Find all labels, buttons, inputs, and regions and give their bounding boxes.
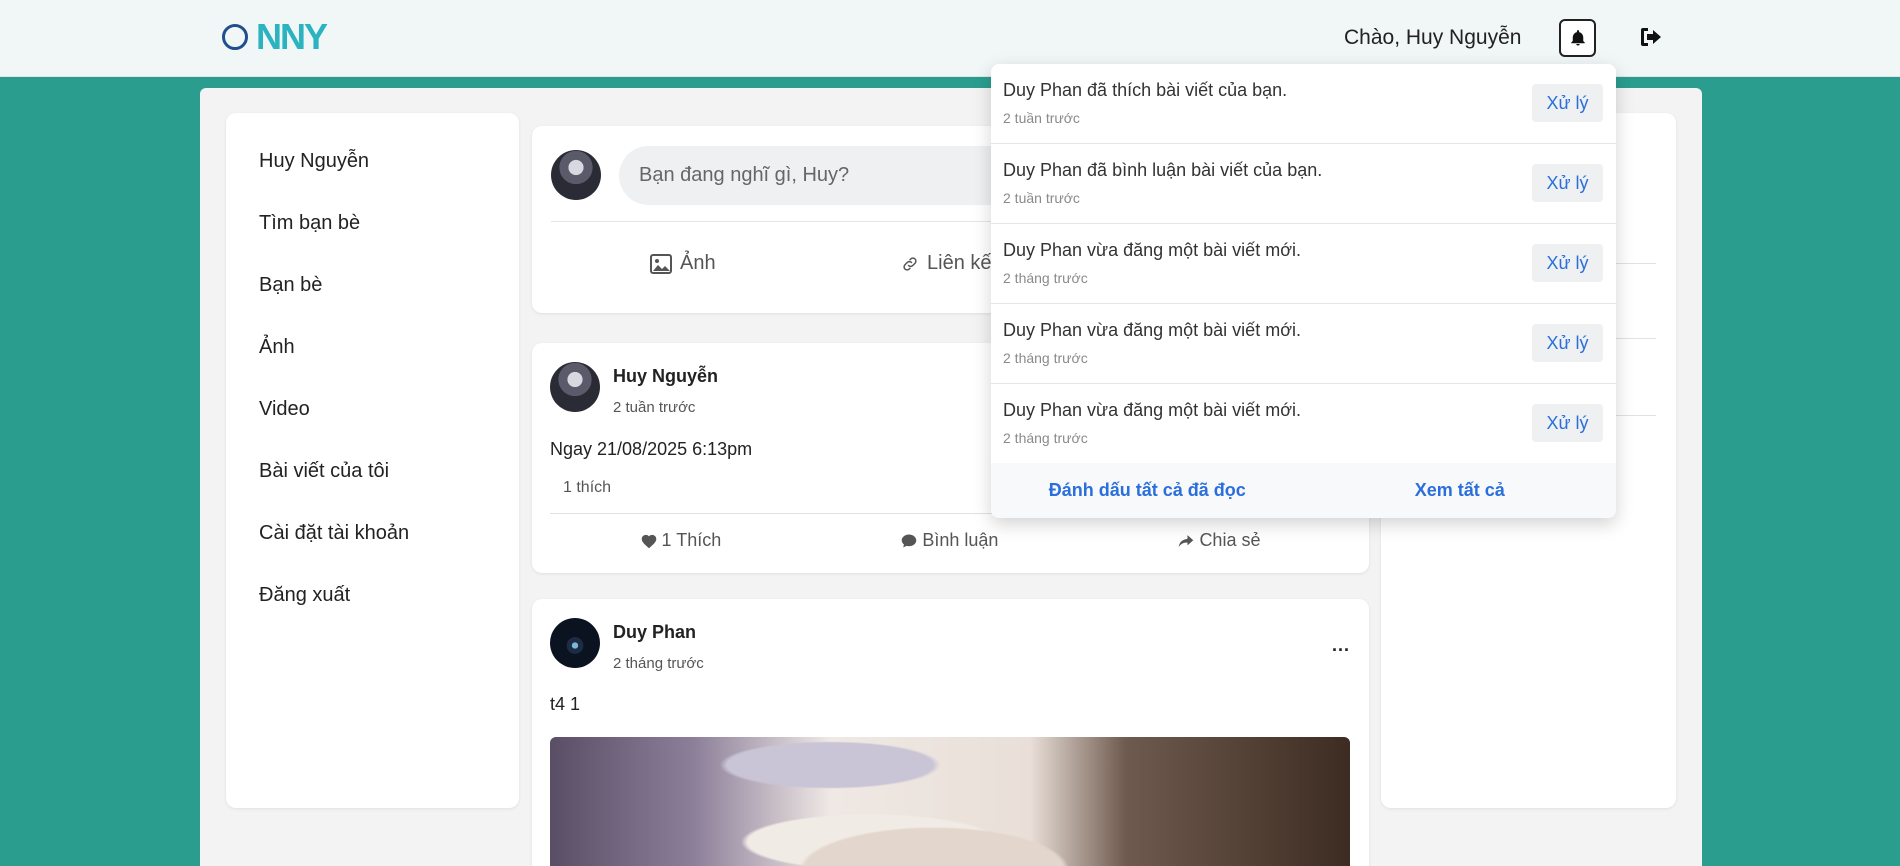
like-label: 1 Thích xyxy=(661,530,722,550)
notification-text: Duy Phan đã thích bài viết của bạn. xyxy=(1003,80,1288,100)
notification-text: Duy Phan đã bình luận bài viết của bạn. xyxy=(1003,160,1323,180)
sidebar-item-logout[interactable]: Đăng xuất xyxy=(226,583,519,645)
add-link-button[interactable]: Liên kết xyxy=(901,252,997,275)
notification-time: 2 tháng trước xyxy=(1003,270,1088,286)
sidebar-item-photos[interactable]: Ảnh xyxy=(226,335,519,397)
view-all-link[interactable]: Xem tất cả xyxy=(1304,463,1617,518)
sidebar-item-friends[interactable]: Bạn bè xyxy=(226,273,519,335)
notification-time: 2 tuần trước xyxy=(1003,110,1080,126)
post-text: Ngay 21/08/2025 6:13pm xyxy=(550,439,753,459)
notification-item[interactable]: Duy Phan vừa đăng một bài viết mới. 2 th… xyxy=(991,224,1616,304)
post-author[interactable]: Huy Nguyễn xyxy=(613,366,718,387)
mark-all-read-link[interactable]: Đánh dấu tất cả đã đọc xyxy=(991,463,1304,518)
notification-text: Duy Phan vừa đăng một bài viết mới. xyxy=(1003,320,1301,340)
greeting-text: Chào, Huy Nguyễn xyxy=(1344,26,1522,49)
handle-notification-button[interactable]: Xử lý xyxy=(1532,244,1603,282)
composer-input[interactable]: Bạn đang nghĩ gì, Huy? xyxy=(619,146,1039,205)
post-text: t4 1 xyxy=(550,694,581,714)
notification-time: 2 tháng trước xyxy=(1003,350,1088,366)
handle-notification-button[interactable]: Xử lý xyxy=(1532,404,1603,442)
post-time: 2 tuần trước xyxy=(613,399,696,416)
notification-item[interactable]: Duy Phan vừa đăng một bài viết mới. 2 th… xyxy=(991,304,1616,384)
sidebar-item-profile[interactable]: Huy Nguyễn xyxy=(226,149,519,211)
sign-out-icon xyxy=(1641,28,1661,46)
add-photo-label: Ảnh xyxy=(680,252,716,274)
notifications-dropdown: Duy Phan đã thích bài viết của bạn. 2 tu… xyxy=(991,64,1616,518)
post-author[interactable]: Duy Phan xyxy=(613,622,696,643)
handle-notification-button[interactable]: Xử lý xyxy=(1532,164,1603,202)
post-card: Duy Phan 2 tháng trước ... t4 1 xyxy=(532,599,1369,866)
comment-icon xyxy=(902,533,917,548)
notification-item[interactable]: Duy Phan đã thích bài viết của bạn. 2 tu… xyxy=(991,64,1616,144)
notification-text: Duy Phan vừa đăng một bài viết mới. xyxy=(1003,400,1301,420)
notification-item[interactable]: Duy Phan vừa đăng một bài viết mới. 2 th… xyxy=(991,384,1616,464)
like-button[interactable]: 1 Thích xyxy=(640,530,722,551)
handle-notification-button[interactable]: Xử lý xyxy=(1532,84,1603,122)
logo[interactable]: NNY xyxy=(222,16,328,57)
notification-time: 2 tuần trước xyxy=(1003,190,1080,206)
sidebar-item-video[interactable]: Video xyxy=(226,397,519,459)
share-icon xyxy=(1179,534,1194,547)
logo-circle-icon xyxy=(222,24,248,50)
avatar[interactable] xyxy=(550,362,600,412)
comment-button[interactable]: Bình luận xyxy=(900,530,998,551)
share-label: Chia sẻ xyxy=(1199,530,1261,550)
post-actions: 1 Thích Bình luận Chia sẻ xyxy=(550,530,1350,551)
sidebar-item-find-friends[interactable]: Tìm bạn bè xyxy=(226,211,519,273)
post-options-button[interactable]: ... xyxy=(1332,635,1350,656)
handle-notification-button[interactable]: Xử lý xyxy=(1532,324,1603,362)
left-sidebar: Huy Nguyễn Tìm bạn bè Bạn bè Ảnh Video B… xyxy=(226,113,519,808)
like-count[interactable]: 1 thích xyxy=(563,479,611,497)
image-icon xyxy=(650,253,672,274)
add-link-label: Liên kết xyxy=(927,252,998,274)
link-icon xyxy=(903,256,917,271)
add-photo-button[interactable]: Ảnh xyxy=(650,252,716,275)
sidebar-item-my-posts[interactable]: Bài viết của tôi xyxy=(226,459,519,521)
notification-item[interactable]: Duy Phan đã bình luận bài viết của bạn. … xyxy=(991,144,1616,224)
notifications-button[interactable] xyxy=(1559,19,1596,57)
heart-icon xyxy=(641,534,656,548)
notification-text: Duy Phan vừa đăng một bài viết mới. xyxy=(1003,240,1301,260)
avatar[interactable] xyxy=(550,618,600,668)
post-image[interactable] xyxy=(550,737,1350,866)
avatar[interactable] xyxy=(551,150,601,200)
sidebar-item-account-settings[interactable]: Cài đặt tài khoản xyxy=(226,521,519,583)
logo-text: NNY xyxy=(256,16,328,57)
bell-icon xyxy=(1570,30,1585,46)
post-time: 2 tháng trước xyxy=(613,655,704,672)
share-button[interactable]: Chia sẻ xyxy=(1177,530,1260,551)
notifications-footer: Đánh dấu tất cả đã đọc Xem tất cả xyxy=(991,463,1616,518)
comment-label: Bình luận xyxy=(922,530,999,550)
logout-button[interactable] xyxy=(1638,24,1664,50)
notification-time: 2 tháng trước xyxy=(1003,430,1088,446)
